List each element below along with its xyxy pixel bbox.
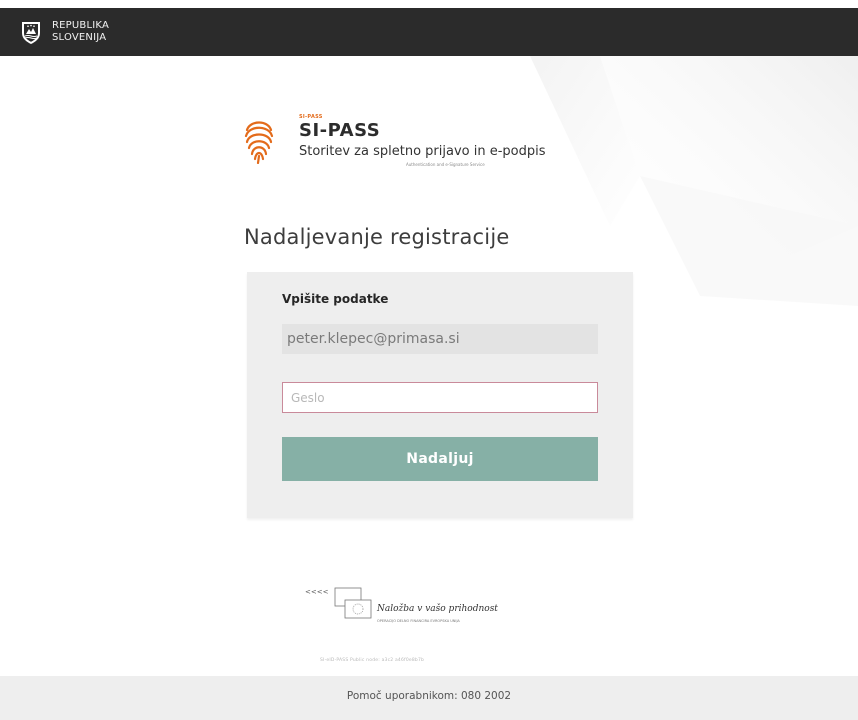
help-contact-text: Pomoč uporabnikom: 080 2002 [346,690,512,702]
page: REPUBLIKA SLOVENIJA SI-PASS SI-PASS Stor… [0,0,858,720]
eu-logo-subtitle: OPERACIJO DELNO FINANCIRA EVROPSKA UNIJA [377,619,460,623]
gov-title: REPUBLIKA SLOVENIJA [52,20,109,44]
gov-title-line2: SLOVENIJA [52,32,107,43]
brand-tagline: Storitev za spletno prijavo in e-podpis [299,144,546,159]
brand-subtagline: Authentication and e-Signature Service [406,162,485,167]
fingerprint-logo-icon [244,121,274,164]
continue-button[interactable]: Nadaljuj [282,437,598,481]
build-id: SI-eID-PASS Public node: a3c2 a46f0e8b7b [320,658,425,663]
email-field: peter.klepec@primasa.si [282,324,598,354]
brand-name: SI-PASS [299,120,381,141]
password-field[interactable] [282,382,598,413]
eu-funding-logo: <<<< Naložba v vašo prihodnost OPERACIJO… [305,584,535,640]
gov-header-bar: REPUBLIKA SLOVENIJA [0,8,858,56]
si-pass-brand: SI-PASS SI-PASS Storitev za spletno prij… [244,108,564,178]
eu-arrows-mark: <<<< [305,588,329,596]
page-title: Nadaljevanje registracije [244,225,510,249]
footer: Pomoč uporabnikom: 080 2002 [0,676,858,720]
gov-title-line1: REPUBLIKA [52,20,110,31]
form-heading: Vpišite podatke [282,292,389,306]
coat-of-arms-icon [22,22,40,44]
login-form-panel: Vpišite podatke peter.klepec@primasa.si … [247,272,633,518]
eu-logo-title: Naložba v vašo prihodnost [377,604,498,614]
